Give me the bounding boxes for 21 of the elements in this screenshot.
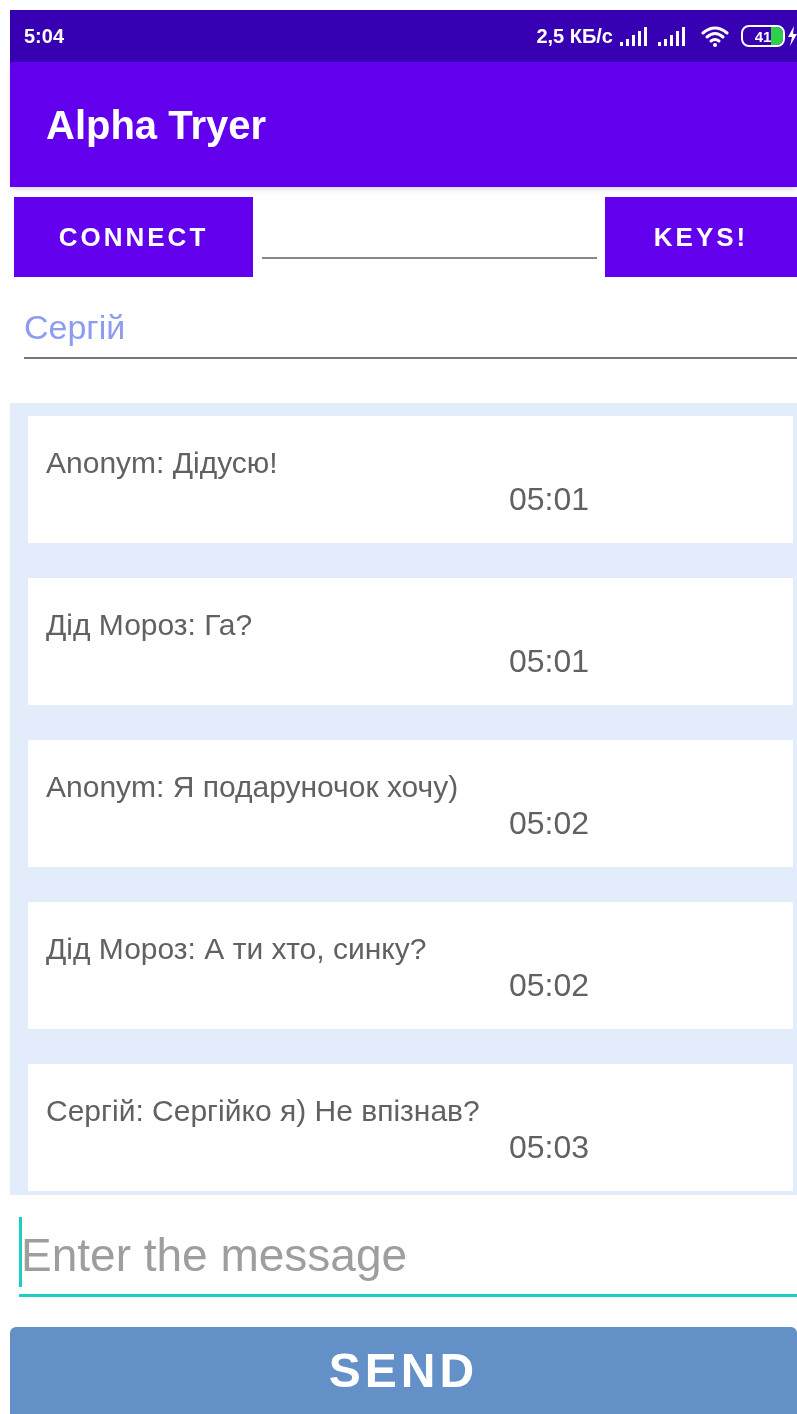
message-time: 05:02 [509, 966, 590, 1004]
message-input[interactable]: Enter the message [19, 1215, 797, 1297]
status-time: 5:04 [24, 24, 65, 49]
wifi-icon [701, 25, 729, 47]
message-text: Anonym: Дідусю! [46, 446, 278, 480]
message-time: 05:01 [509, 642, 590, 680]
message-text: Дід Мороз: А ти хто, синку? [46, 932, 427, 966]
network-speed: 2,5 КБ/с [536, 24, 613, 49]
connect-button[interactable]: CONNECT [14, 197, 253, 277]
message-time: 05:02 [509, 804, 590, 842]
battery-icon: 41 [741, 25, 785, 47]
charging-icon [788, 26, 797, 46]
app-title: Alpha Tryer [46, 101, 267, 149]
message-text: Сергій: Сергійко я) Не впізнав? [46, 1094, 480, 1128]
signal-icon [619, 26, 649, 46]
message-time: 05:01 [509, 480, 590, 518]
signal-icon [657, 26, 687, 46]
keys-button[interactable]: KEYS! [605, 197, 797, 277]
message-text: Дід Мороз: Га? [46, 608, 253, 642]
message-text: Anonym: Я подаруночок хочу) [46, 770, 459, 804]
message-time: 05:03 [509, 1128, 590, 1166]
